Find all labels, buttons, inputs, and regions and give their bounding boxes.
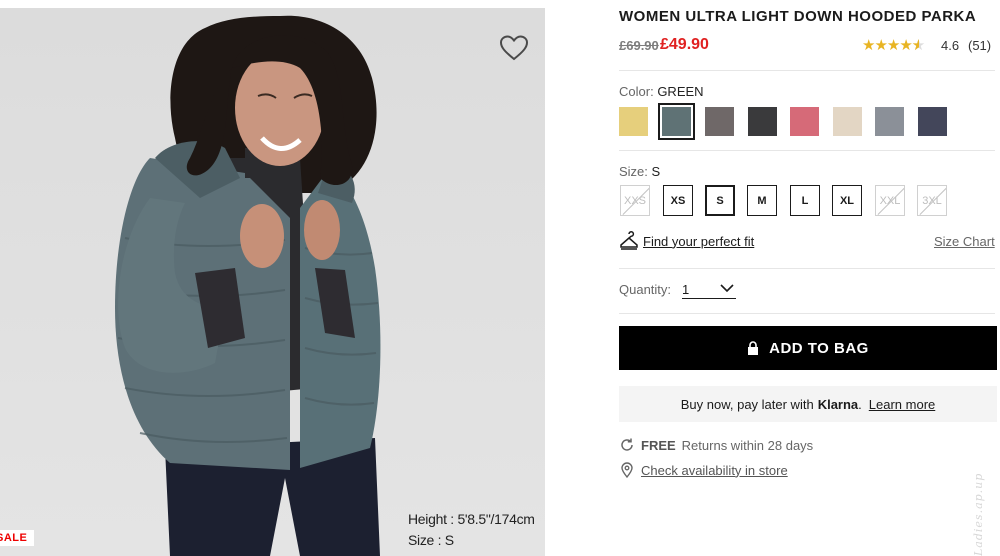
size-option-m[interactable]: M (747, 185, 777, 216)
selected-size: S (651, 164, 661, 179)
size-option-s[interactable]: S (705, 185, 735, 216)
rating-value: 4.6 (941, 38, 960, 53)
find-fit-text: Find your perfect fit (643, 233, 755, 249)
size-option-l[interactable]: L (790, 185, 820, 216)
color-swatch-beige[interactable] (833, 107, 862, 136)
color-swatch-gray[interactable] (875, 107, 904, 136)
size-option-label: XXL (879, 194, 901, 207)
color-swatch-pink[interactable] (790, 107, 819, 136)
find-fit-link[interactable]: Find your perfect fit (619, 230, 754, 252)
size-option-label: 3XL (922, 194, 942, 207)
color-swatch-green[interactable] (658, 103, 695, 140)
model-info: Height : 5'8.5"/174cm Size : S (408, 509, 535, 551)
learn-more-link[interactable]: Learn more (869, 397, 935, 412)
location-pin-icon (621, 462, 633, 478)
sale-price: £49.90 (660, 36, 709, 53)
add-to-bag-button[interactable]: ADD TO BAG (619, 326, 997, 370)
rating-count[interactable]: (51) (968, 38, 991, 53)
size-option-label: XS (670, 194, 686, 207)
model-height: Height : 5'8.5"/174cm (408, 511, 535, 527)
size-option-label: XL (839, 194, 855, 207)
divider (619, 70, 995, 71)
rating-stars-icon[interactable]: ★★★★★ ★ (862, 36, 925, 54)
size-option-label: S (716, 194, 724, 207)
klarna-brand: Klarna (817, 396, 859, 412)
product-title: WOMEN ULTRA LIGHT DOWN HOODED PARKA (619, 8, 977, 25)
watermark: Ladies.ap.up (972, 472, 985, 556)
selected-color: GREEN (657, 84, 704, 99)
size-option-xxs[interactable]: XXS (620, 185, 650, 216)
sale-badge: SALE (0, 530, 34, 546)
color-swatch-navy[interactable] (918, 107, 947, 136)
quantity-value: 1 (682, 282, 690, 297)
model-illustration (115, 15, 381, 556)
klarna-text: Buy now, pay later with (680, 396, 814, 412)
add-to-bag-label: ADD TO BAG (769, 339, 869, 357)
color-label: Color: GREEN (619, 84, 704, 99)
check-store-link[interactable]: Check availability in store (619, 461, 788, 479)
size-option-xs[interactable]: XS (663, 185, 693, 216)
size-option-label: XXS (623, 194, 646, 207)
klarna-dot: . (858, 396, 862, 412)
klarna-brand-wrap: Klarna. (818, 397, 862, 412)
price-row: £69.90 £49.90 ★★★★★ ★ 4.6 (51) (619, 36, 997, 56)
size-option-xxl[interactable]: XXL (875, 185, 905, 216)
quantity-select[interactable]: 1 (682, 282, 736, 299)
product-image: Height : 5'8.5"/174cm Size : S (0, 8, 545, 556)
divider (619, 150, 995, 151)
size-option-label: L (801, 194, 809, 207)
size-option-3xl[interactable]: 3XL (917, 185, 947, 216)
size-option-xl[interactable]: XL (832, 185, 862, 216)
product-page: Height : 5'8.5"/174cm Size : S SALE WOME… (0, 0, 1000, 556)
model-size: Size : S (408, 532, 454, 548)
hanger-icon (620, 231, 638, 250)
size-option-label: M (757, 194, 767, 207)
lock-icon (748, 341, 759, 355)
color-swatch-dark-gray[interactable] (748, 107, 777, 136)
size-chart-link[interactable]: Size Chart (934, 234, 995, 249)
returns-info: FREE Returns within 28 days (619, 436, 813, 454)
returns-cycle-icon (621, 438, 633, 451)
free-label: FREE (641, 437, 676, 453)
original-price: £69.90 (619, 38, 659, 53)
size-label-text: Size: (619, 164, 648, 179)
returns-text: Returns within 28 days (681, 437, 814, 453)
color-label-text: Color: (619, 84, 654, 99)
quantity-label: Quantity: (619, 282, 672, 297)
klarna-banner: Buy now, pay later with Klarna. Learn mo… (619, 386, 997, 422)
chevron-down-icon (720, 284, 734, 293)
color-swatch-brown[interactable] (705, 107, 734, 136)
check-store-text: Check availability in store (641, 462, 788, 478)
color-swatch-yellow[interactable] (619, 107, 648, 136)
wishlist-heart-icon[interactable] (499, 34, 529, 62)
divider (619, 313, 995, 314)
divider (619, 268, 995, 269)
size-label: Size: S (619, 164, 660, 179)
